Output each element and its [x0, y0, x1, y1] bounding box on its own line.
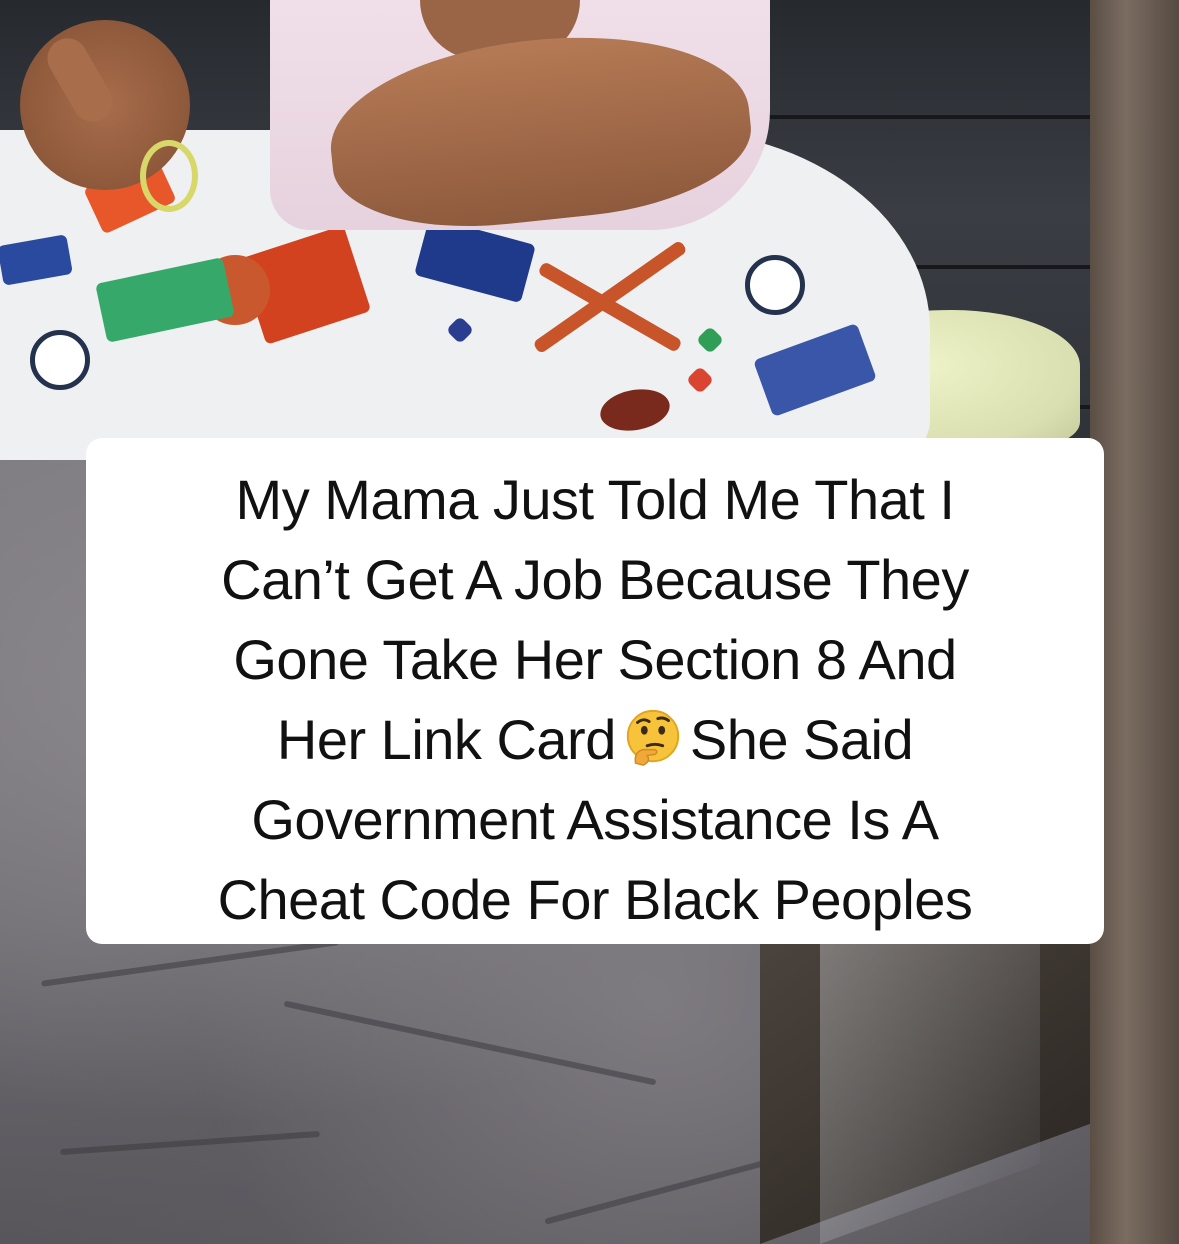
pointing-finger [40, 31, 120, 129]
caption-line: Government Assistance Is A [251, 788, 939, 851]
thinking-face-icon [626, 709, 679, 766]
caption-line-with-emoji: Her Link Card She Said [116, 700, 1074, 780]
caption-line: Cheat Code For Black Peoples [217, 868, 973, 931]
caption-line: Gone Take Her Section 8 And [233, 628, 957, 691]
photo-scene: My Mama Just Told Me That I Can’t Get A … [0, 0, 1179, 1244]
caption-overlay: My Mama Just Told Me That I Can’t Get A … [86, 438, 1104, 944]
star-print [445, 315, 475, 345]
caption-line: Can’t Get A Job Because They [221, 548, 969, 611]
star-print [695, 325, 725, 355]
soccer-ball-print [745, 255, 805, 315]
star-print [685, 365, 715, 395]
pennant-print [753, 322, 877, 418]
football-print [597, 384, 673, 436]
bracelet [140, 140, 198, 212]
caption-text: Her Link Card [276, 708, 616, 771]
caption-line: My Mama Just Told Me That I [235, 468, 955, 531]
field-print [95, 257, 235, 343]
badge-print [0, 234, 73, 286]
soccer-ball-print [30, 330, 90, 390]
caption-text: She Said [689, 708, 914, 771]
